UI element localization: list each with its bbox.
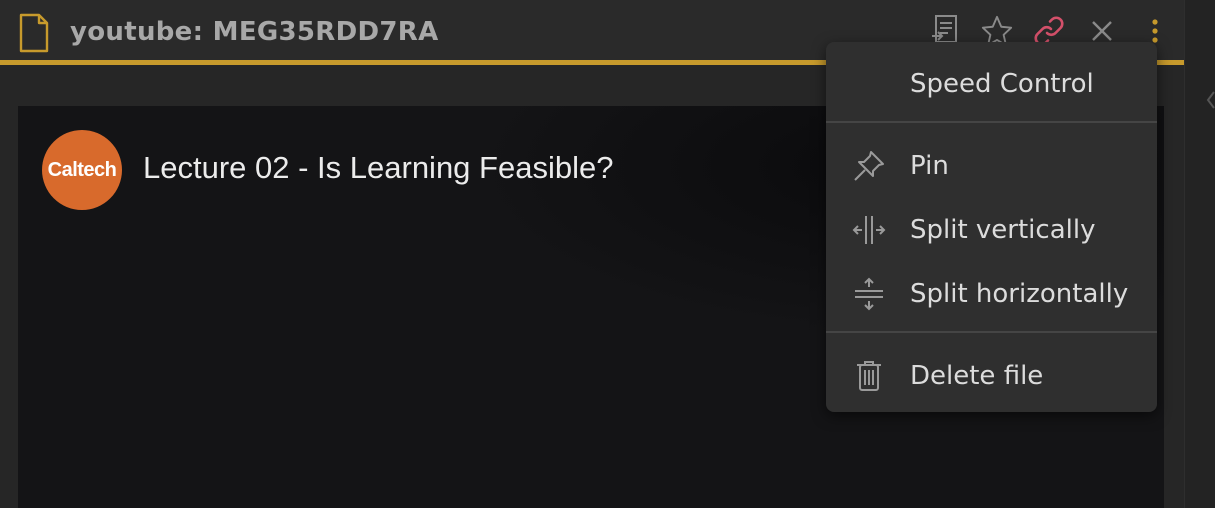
menu-item-split-horizontally[interactable]: Split horizontally [826,266,1157,322]
view-title[interactable]: youtube: MEG35RDD7RA [70,17,439,47]
more-options-menu: Speed Control Pin Split vertically Split… [826,42,1157,412]
menu-item-delete-file[interactable]: Delete file [826,348,1157,404]
menu-item-label: Speed Control [910,69,1094,99]
pin-icon [854,151,884,181]
menu-item-label: Pin [910,151,949,181]
right-sidebar-edge [1184,0,1215,508]
menu-divider [826,121,1157,123]
menu-item-pin[interactable]: Pin [826,138,1157,194]
video-title[interactable]: Lecture 02 - Is Learning Feasible? [143,150,613,186]
menu-item-split-vertically[interactable]: Split vertically [826,202,1157,258]
chevron-left-icon[interactable] [1205,88,1215,112]
trash-icon [857,361,881,391]
channel-logo[interactable]: Caltech [42,130,122,210]
menu-item-speed-control[interactable]: Speed Control [826,56,1157,112]
close-icon [1092,21,1112,41]
menu-divider [826,331,1157,333]
channel-logo-text: Caltech [47,158,117,181]
split-vertical-icon [852,216,886,244]
file-icon [19,13,49,53]
split-horizontal-icon [855,277,883,311]
menu-item-label: Delete file [910,361,1044,391]
menu-item-label: Split vertically [910,215,1096,245]
menu-item-label: Split horizontally [910,279,1129,309]
